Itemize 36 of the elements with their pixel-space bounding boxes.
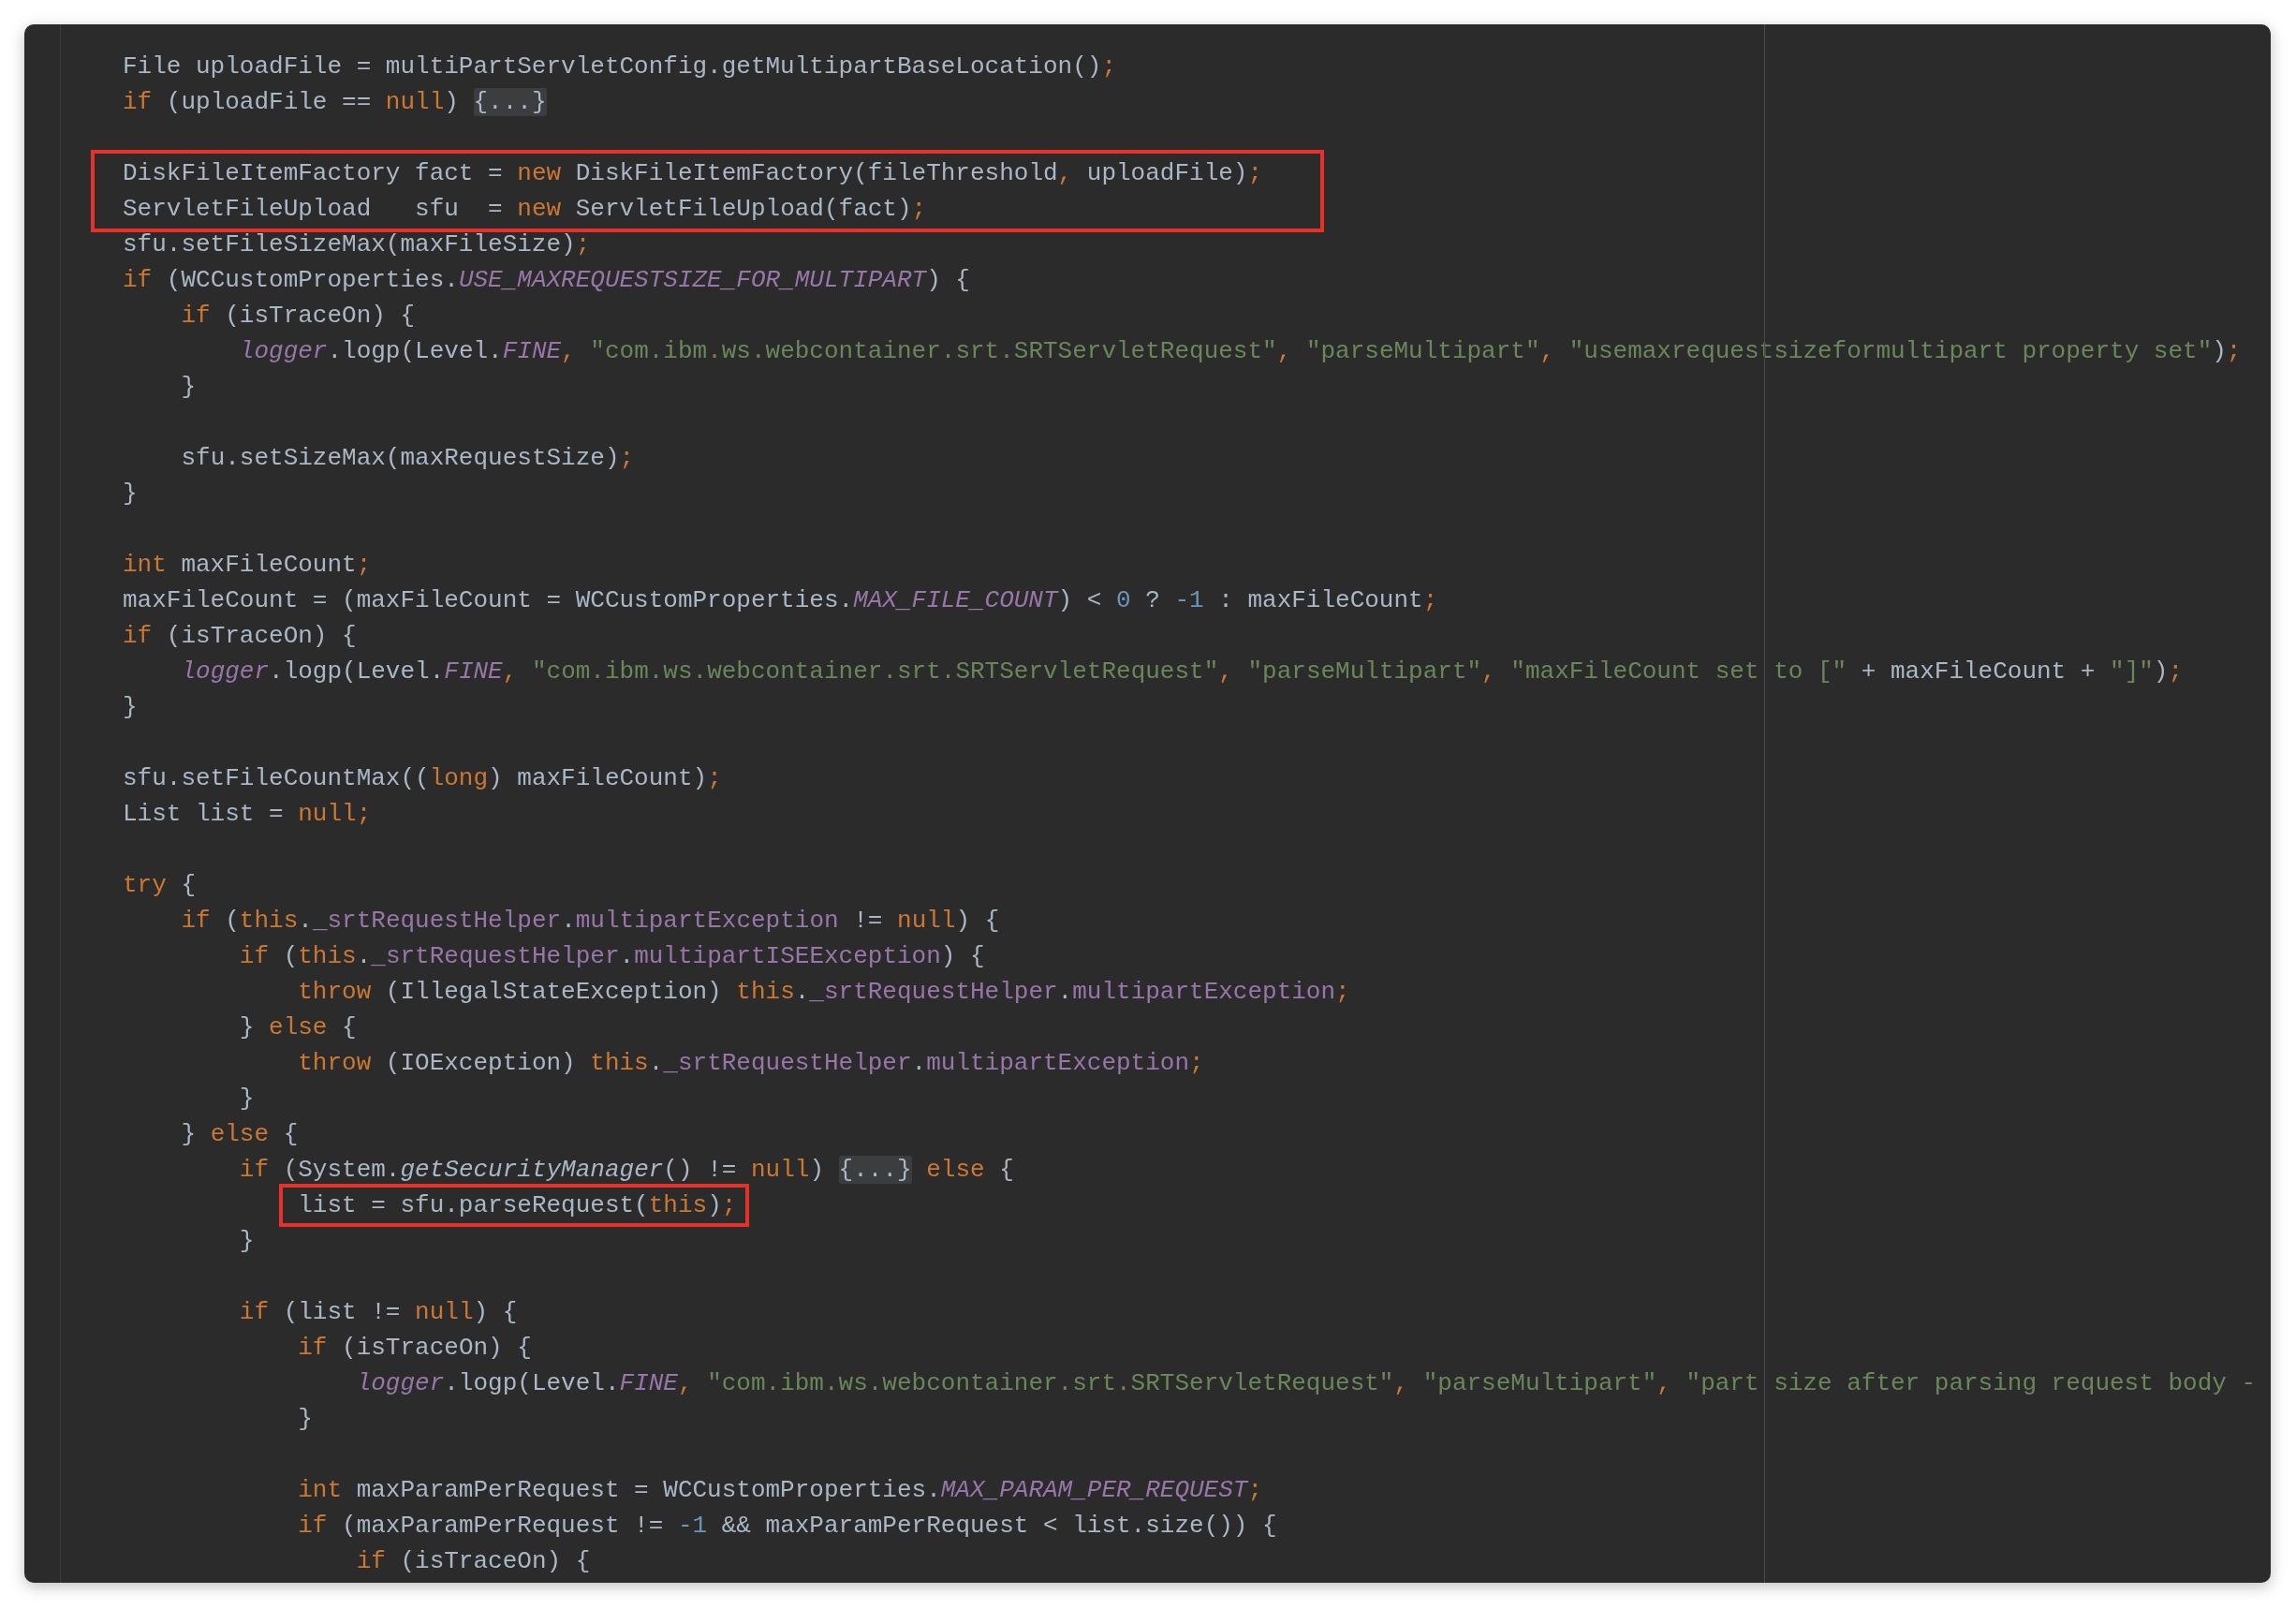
code-line: logger.logp(Level.FINE, "com.ibm.ws.webcontainer.srt.SRTServletRequest", "parseMultipart", "maxFileCount set to [" + maxFileCount + "]"); [181, 657, 2184, 686]
code-line: sfu.setFileCountMax((long) maxFileCount); [123, 764, 722, 792]
code-line: if (list != null) { [239, 1298, 518, 1326]
code-line: if (isTraceOn) { [181, 302, 416, 330]
code-line: File uploadFile = multiPartServletConfig.getMultipartBaseLocation(); [123, 52, 1116, 81]
code-line: } [239, 1227, 255, 1255]
code-line: int maxFileCount; [123, 551, 372, 579]
code-line: } [181, 373, 197, 401]
code-line: if (uploadFile == null) {...} [123, 88, 547, 116]
code-line: } [239, 1085, 255, 1113]
code-line: } [123, 480, 138, 508]
code-line: list = sfu.parseRequest(this); [298, 1191, 737, 1219]
code-line: if (System.getSecurityManager() != null) {...} else { [239, 1156, 1014, 1184]
code-line: if (maxParamPerRequest != -1 && maxParamPerRequest < list.size()) { [298, 1512, 1277, 1540]
code-line: } [123, 693, 138, 721]
code-line: ServletFileUpload sfu = new ServletFileUpload(fact); [123, 195, 927, 223]
code-line: } else { [181, 1120, 299, 1148]
code-line: if (isTraceOn) { [356, 1547, 591, 1575]
code-line: throw (IOException) this._srtRequestHelper.multipartException; [298, 1049, 1204, 1077]
code-line: if (isTraceOn) { [123, 622, 357, 650]
code-line: if (this._srtRequestHelper.multipartISEException) { [239, 942, 985, 970]
code-line: logger.logp(Level.FINE, "com.ibm.ws.webcontainer.srt.SRTServletRequest", "parseMultipart", "part size after parsing request body - [356, 1369, 2257, 1397]
code-line: if (WCCustomProperties.USE_MAXREQUESTSIZE_FOR_MULTIPART) { [123, 266, 970, 294]
code-line: throw (IllegalStateException) this._srtRequestHelper.multipartException; [298, 978, 1350, 1006]
code-line: maxFileCount = (maxFileCount = WCCustomProperties.MAX_FILE_COUNT) < 0 ? -1 : maxFileCount; [123, 586, 1438, 614]
code-line: if (this._srtRequestHelper.multipartException != null) { [181, 907, 1000, 935]
code-line: } [298, 1405, 313, 1433]
code-line: try { [123, 871, 197, 899]
code-line: logger.logp(Level.FINE, "com.ibm.ws.webcontainer.srt.SRTServletRequest", "parseMultipart", "usemaxrequestsizeformultipart property set"); [239, 337, 2242, 365]
code-line: DiskFileItemFactory fact = new DiskFileItemFactory(fileThreshold, uploadFile); [123, 159, 1263, 187]
code-line: if (isTraceOn) { [298, 1334, 532, 1362]
code-line: sfu.setSizeMax(maxRequestSize); [181, 444, 635, 472]
code-line: sfu.setFileSizeMax(maxFileSize); [123, 230, 591, 258]
code-line: List list = null; [123, 800, 372, 828]
code-line: } else { [239, 1013, 357, 1041]
code-line: int maxParamPerRequest = WCCustomProperties.MAX_PARAM_PER_REQUEST; [298, 1476, 1263, 1504]
